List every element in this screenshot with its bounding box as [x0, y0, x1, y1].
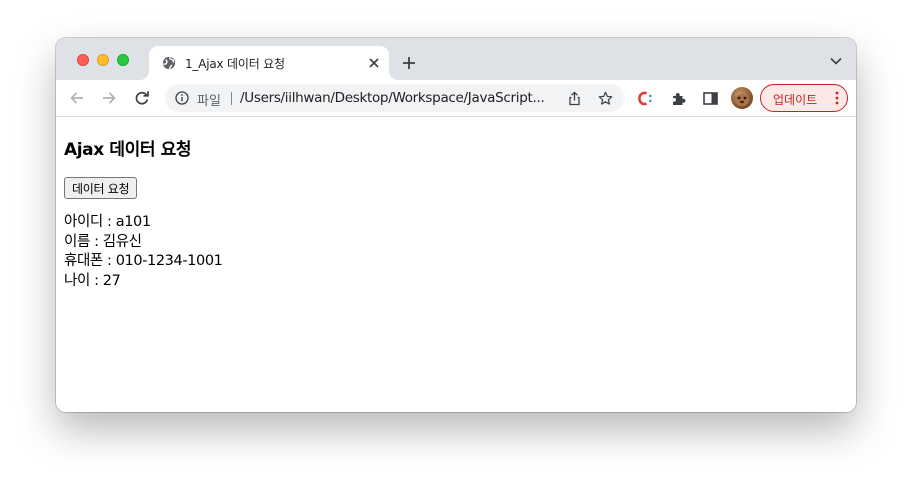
update-label: 업데이트: [773, 93, 818, 107]
globe-icon: [162, 56, 176, 70]
share-icon[interactable]: [567, 91, 582, 106]
puzzle-extensions-icon[interactable]: [670, 90, 687, 107]
profile-avatar[interactable]: [731, 87, 753, 109]
reload-icon[interactable]: [133, 89, 151, 107]
bookmark-star-icon[interactable]: [598, 91, 613, 106]
more-vert-icon[interactable]: [835, 91, 839, 105]
chevron-down-icon[interactable]: [830, 57, 842, 65]
window-minimize-button[interactable]: [97, 54, 109, 66]
url-text[interactable]: /Users/iilhwan/Desktop/Workspace/JavaScr…: [240, 90, 560, 106]
update-button[interactable]: 업데이트: [760, 84, 848, 112]
page-title: Ajax 데이터 요청: [64, 140, 192, 160]
side-panel-icon[interactable]: [702, 90, 719, 107]
address-bar[interactable]: 파일 /Users/iilhwan/Desktop/Workspace/Java…: [165, 84, 624, 112]
avatar-image: [735, 94, 749, 106]
window-maximize-button[interactable]: [117, 54, 129, 66]
back-arrow-icon[interactable]: [68, 89, 86, 107]
url-separator: [231, 92, 232, 105]
window-close-button[interactable]: [77, 54, 89, 66]
close-icon[interactable]: [367, 56, 381, 70]
result-name: 이름 : 김유신: [64, 233, 142, 250]
tab-strip: 1_Ajax 데이터 요청: [56, 38, 856, 80]
new-tab-plus-icon[interactable]: [400, 54, 418, 72]
request-data-button[interactable]: 데이터 요청: [64, 177, 138, 199]
result-output: 아이디 : a101 이름 : 김유신 휴대폰 : 010-1234-1001 …: [64, 213, 223, 291]
forward-arrow-icon[interactable]: [100, 89, 118, 107]
page-content: Ajax 데이터 요청 데이터 요청 아이디 : a101 이름 : 김유신 휴…: [56, 118, 856, 412]
extension-c-icon[interactable]: [637, 90, 654, 107]
result-id: 아이디 : a101: [64, 214, 151, 230]
scheme-label: 파일: [197, 94, 221, 109]
browser-window: 1_Ajax 데이터 요청 파일 /Users/iilhwan/Desktop/…: [56, 38, 856, 412]
result-age: 나이 : 27: [64, 272, 121, 289]
result-phone: 휴대폰 : 010-1234-1001: [64, 253, 223, 269]
tab-active[interactable]: 1_Ajax 데이터 요청: [149, 46, 389, 80]
browser-toolbar: 파일 /Users/iilhwan/Desktop/Workspace/Java…: [56, 80, 856, 117]
info-icon[interactable]: [175, 91, 189, 105]
tab-title: 1_Ajax 데이터 요청: [185, 57, 285, 71]
